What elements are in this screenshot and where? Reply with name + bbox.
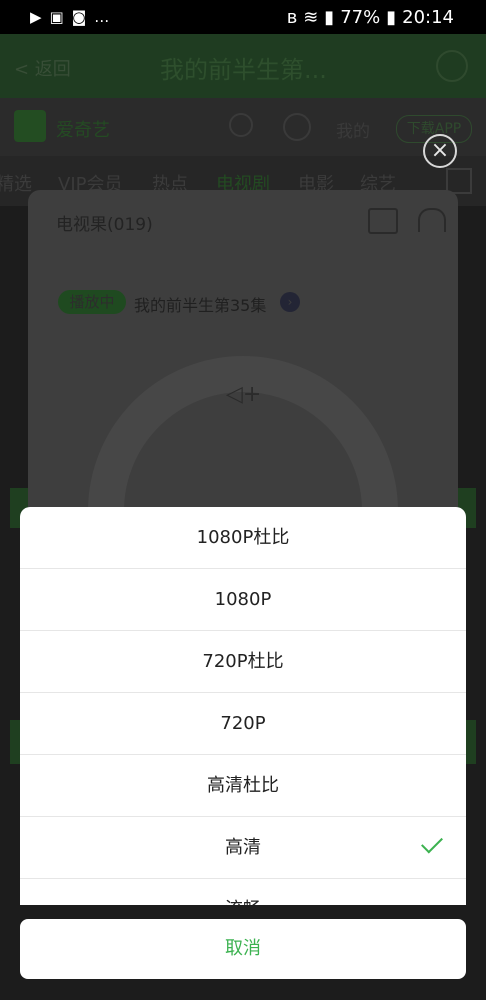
battery-percent: 77%: [340, 6, 381, 28]
tab-featured[interactable]: 精选: [0, 170, 32, 196]
more-icon: …: [94, 8, 110, 26]
playing-badge: 播放中: [58, 290, 126, 314]
clock: 20:14: [402, 6, 454, 28]
resolution-sheet: 1080P杜比 1080P 720P杜比 720P 高清杜比 高清 流畅: [20, 507, 466, 905]
cancel-button[interactable]: 取消: [20, 919, 466, 979]
logo-text: 爱奇艺: [56, 120, 110, 141]
volume-up-icon[interactable]: ◁+: [226, 382, 261, 407]
refresh-icon[interactable]: [436, 50, 468, 82]
back-button[interactable]: < 返回: [14, 55, 71, 81]
option-720p-dolby[interactable]: 720P杜比: [20, 631, 466, 693]
image-icon: ▣: [49, 8, 64, 26]
iqiyi-logo: [14, 110, 46, 142]
signal-icon: ▮: [324, 6, 335, 28]
chevron-right-icon[interactable]: ›: [280, 292, 300, 312]
option-hd-dolby[interactable]: 高清杜比: [20, 755, 466, 817]
close-icon[interactable]: ×: [423, 134, 457, 168]
now-playing-title: 我的前半生第35集: [134, 296, 267, 315]
status-bar-left: ▶ ▣ ◙ …: [30, 6, 109, 28]
option-1080p[interactable]: 1080P: [20, 569, 466, 631]
search-icon[interactable]: [229, 113, 253, 137]
wifi-icon: ≋: [303, 6, 319, 28]
cast-icon[interactable]: [368, 208, 398, 234]
checkmark-icon: [421, 831, 443, 854]
history-icon[interactable]: [283, 113, 311, 141]
option-720p[interactable]: 720P: [20, 693, 466, 755]
headphones-icon[interactable]: [418, 208, 446, 232]
page-title: 我的前半生第...: [160, 56, 327, 84]
device-name: 电视果(019): [56, 215, 153, 235]
option-smooth[interactable]: 流畅: [20, 879, 466, 905]
option-hd[interactable]: 高清: [20, 817, 466, 879]
bag-icon: ◙: [71, 8, 87, 26]
battery-icon: ▮: [386, 6, 397, 28]
status-bar-right: ʙ ≋ ▮ 77% ▮ 20:14: [287, 6, 454, 28]
bluetooth-icon: ʙ: [286, 6, 298, 28]
mine-link[interactable]: 我的: [336, 117, 370, 142]
play-icon: ▶: [30, 8, 42, 26]
option-1080p-dolby[interactable]: 1080P杜比: [20, 507, 466, 569]
